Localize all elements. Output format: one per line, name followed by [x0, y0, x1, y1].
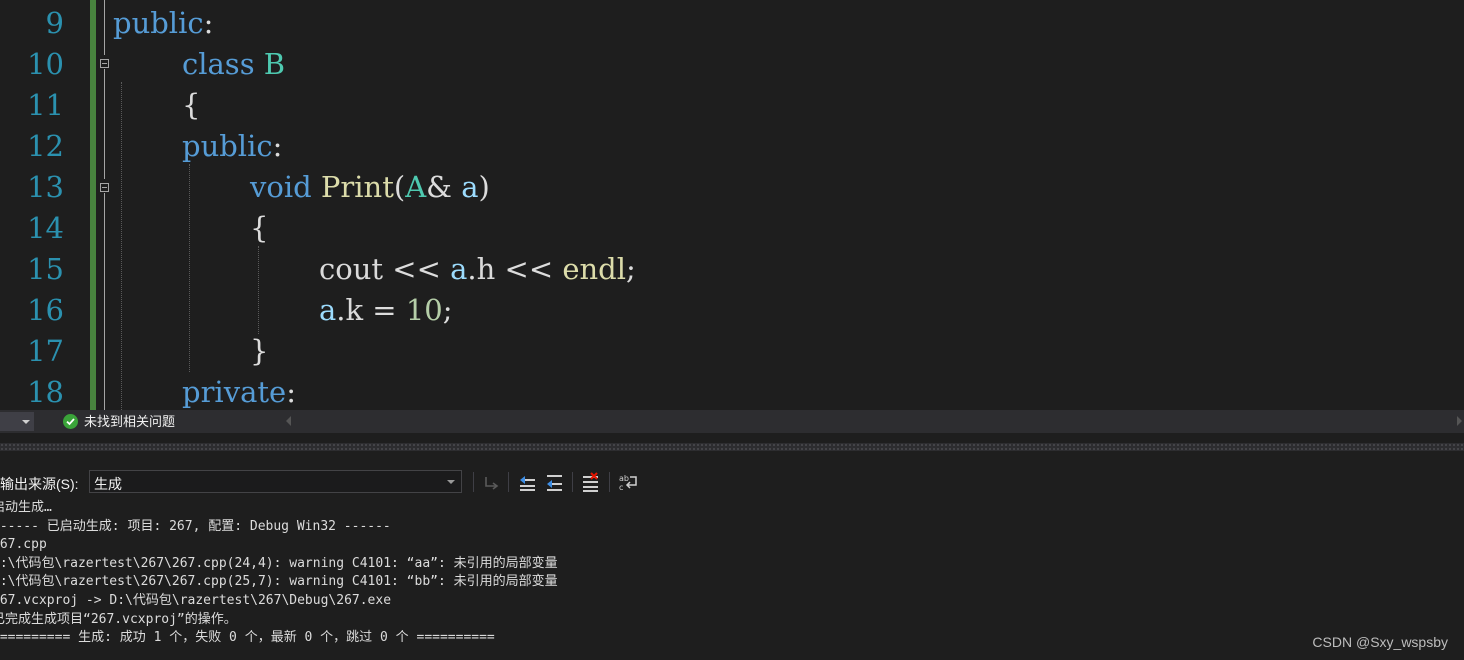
outline-line	[104, 0, 105, 55]
output-line: D:\代码包\razertest\267\267.cpp(24,4): warn…	[0, 555, 558, 571]
line-number: 14	[27, 211, 64, 245]
code-token: &	[426, 170, 462, 204]
code-token: (	[393, 170, 406, 204]
toolbar-separator	[609, 472, 610, 492]
output-toolbar: 输出来源(S): 生成 ab c	[0, 466, 1464, 498]
output-source-select[interactable]: 生成	[89, 470, 462, 493]
clear-all-icon[interactable]	[580, 472, 602, 492]
code-token: public	[182, 129, 273, 163]
change-tracking-bar	[90, 0, 96, 410]
code-token: <<	[495, 252, 563, 286]
output-text[interactable]: 启动生成… ------ 已启动生成: 项目: 267, 配置: Debug Wi…	[0, 499, 558, 648]
code-token: h	[476, 252, 496, 286]
code-token: a	[461, 170, 479, 204]
collapse-print-icon[interactable]	[100, 183, 109, 192]
panel-resize-grip[interactable]	[0, 443, 1464, 451]
indent-guide	[189, 164, 190, 372]
error-list-strip: 未找到相关问题	[0, 410, 1464, 433]
check-circle-icon	[63, 414, 78, 429]
code-token: a	[450, 252, 468, 286]
code-token: }	[250, 334, 269, 368]
toolbar-separator	[508, 472, 509, 492]
code-token: <<	[383, 252, 451, 286]
scope-dropdown[interactable]	[0, 412, 34, 431]
code-line[interactable]: a.k = 10;	[319, 290, 453, 331]
prev-message-icon[interactable]	[517, 472, 539, 492]
output-line: 已完成生成项目“267.vcxproj”的操作。	[0, 611, 237, 627]
outline-line	[104, 193, 105, 410]
code-token: k	[345, 293, 364, 327]
code-token: void	[250, 170, 312, 204]
next-message-icon[interactable]	[544, 472, 566, 492]
line-number: 16	[27, 293, 64, 327]
scroll-right-icon[interactable]	[1457, 416, 1462, 426]
output-source-value: 生成	[94, 476, 122, 492]
output-line: 启动生成…	[0, 500, 52, 515]
code-line[interactable]: void Print(A& a)	[250, 167, 490, 208]
output-panel: 输出来源(S): 生成 ab c 动生成… ------ 已启动生成: 项目: …	[0, 433, 1464, 660]
code-line[interactable]: {	[250, 208, 268, 249]
line-number: 9	[45, 6, 64, 40]
code-token: )	[478, 170, 490, 204]
code-token: :	[272, 129, 283, 163]
code-token: .	[336, 293, 346, 327]
goto-error-icon[interactable]	[481, 472, 503, 492]
svg-text:c: c	[619, 483, 623, 492]
code-token: Print	[320, 170, 394, 204]
line-number: 18	[27, 375, 64, 409]
code-line[interactable]: cout << a.h << endl;	[319, 249, 636, 290]
outline-line	[104, 69, 105, 179]
code-line[interactable]: public:	[113, 3, 213, 44]
code-token: a	[319, 293, 337, 327]
output-source-label: 输出来源(S):	[0, 476, 79, 492]
output-line: 267.vcxproj -> D:\代码包\razertest\267\Debu…	[0, 592, 392, 608]
code-editor[interactable]: 9 10 11 12 13 14 15 16 17 18 public: class B{publi…	[0, 0, 1464, 410]
line-number: 10	[27, 47, 64, 81]
code-line[interactable]: private:	[182, 372, 296, 410]
word-wrap-icon[interactable]: ab c	[617, 472, 639, 492]
code-token: class	[182, 47, 255, 81]
code-token: 10	[405, 293, 443, 327]
code-token: A	[405, 170, 427, 204]
line-number: 15	[27, 252, 64, 286]
output-line: 267.cpp	[0, 537, 47, 553]
output-line: D:\代码包\razertest\267\267.cpp(25,7): warn…	[0, 574, 558, 590]
svg-text:ab: ab	[619, 474, 629, 483]
line-number: 12	[27, 129, 64, 163]
code-token: :	[203, 6, 214, 40]
code-token: B	[263, 47, 286, 81]
code-token: cout	[319, 252, 384, 286]
toolbar-separator	[572, 472, 573, 492]
code-line[interactable]: {	[182, 85, 200, 126]
scroll-left-icon[interactable]	[286, 416, 291, 426]
code-line[interactable]: public:	[182, 126, 282, 167]
no-issues-message: 未找到相关问题	[84, 414, 176, 429]
line-number: 13	[27, 170, 64, 204]
code-token: {	[250, 211, 269, 245]
code-token: :	[286, 375, 296, 409]
line-number: 11	[27, 88, 64, 122]
code-line[interactable]: class B	[182, 44, 285, 85]
watermark: CSDN @Sxy_wspsby	[1312, 634, 1448, 650]
code-token: public	[113, 6, 204, 40]
line-number: 17	[27, 334, 64, 368]
chevron-down-icon	[22, 420, 30, 424]
chevron-down-icon	[447, 480, 455, 484]
collapse-class-b-icon[interactable]	[100, 59, 109, 68]
code-line[interactable]: }	[250, 331, 268, 372]
code-token: {	[182, 88, 201, 122]
code-token: endl	[562, 252, 627, 286]
code-token: .	[467, 252, 477, 286]
code-token: =	[363, 293, 406, 327]
output-line: ========== 生成: 成功 1 个，失败 0 个，最新 0 个，跳过 0…	[0, 630, 495, 646]
code-token: ;	[442, 293, 453, 327]
indent-guide	[258, 246, 259, 334]
indent-guide	[121, 82, 122, 410]
code-token: private	[182, 375, 287, 409]
code-token: ;	[626, 252, 636, 286]
toolbar-separator	[473, 472, 474, 492]
output-line: ------ 已启动生成: 项目: 267, 配置: Debug Win32 -…	[0, 518, 391, 534]
